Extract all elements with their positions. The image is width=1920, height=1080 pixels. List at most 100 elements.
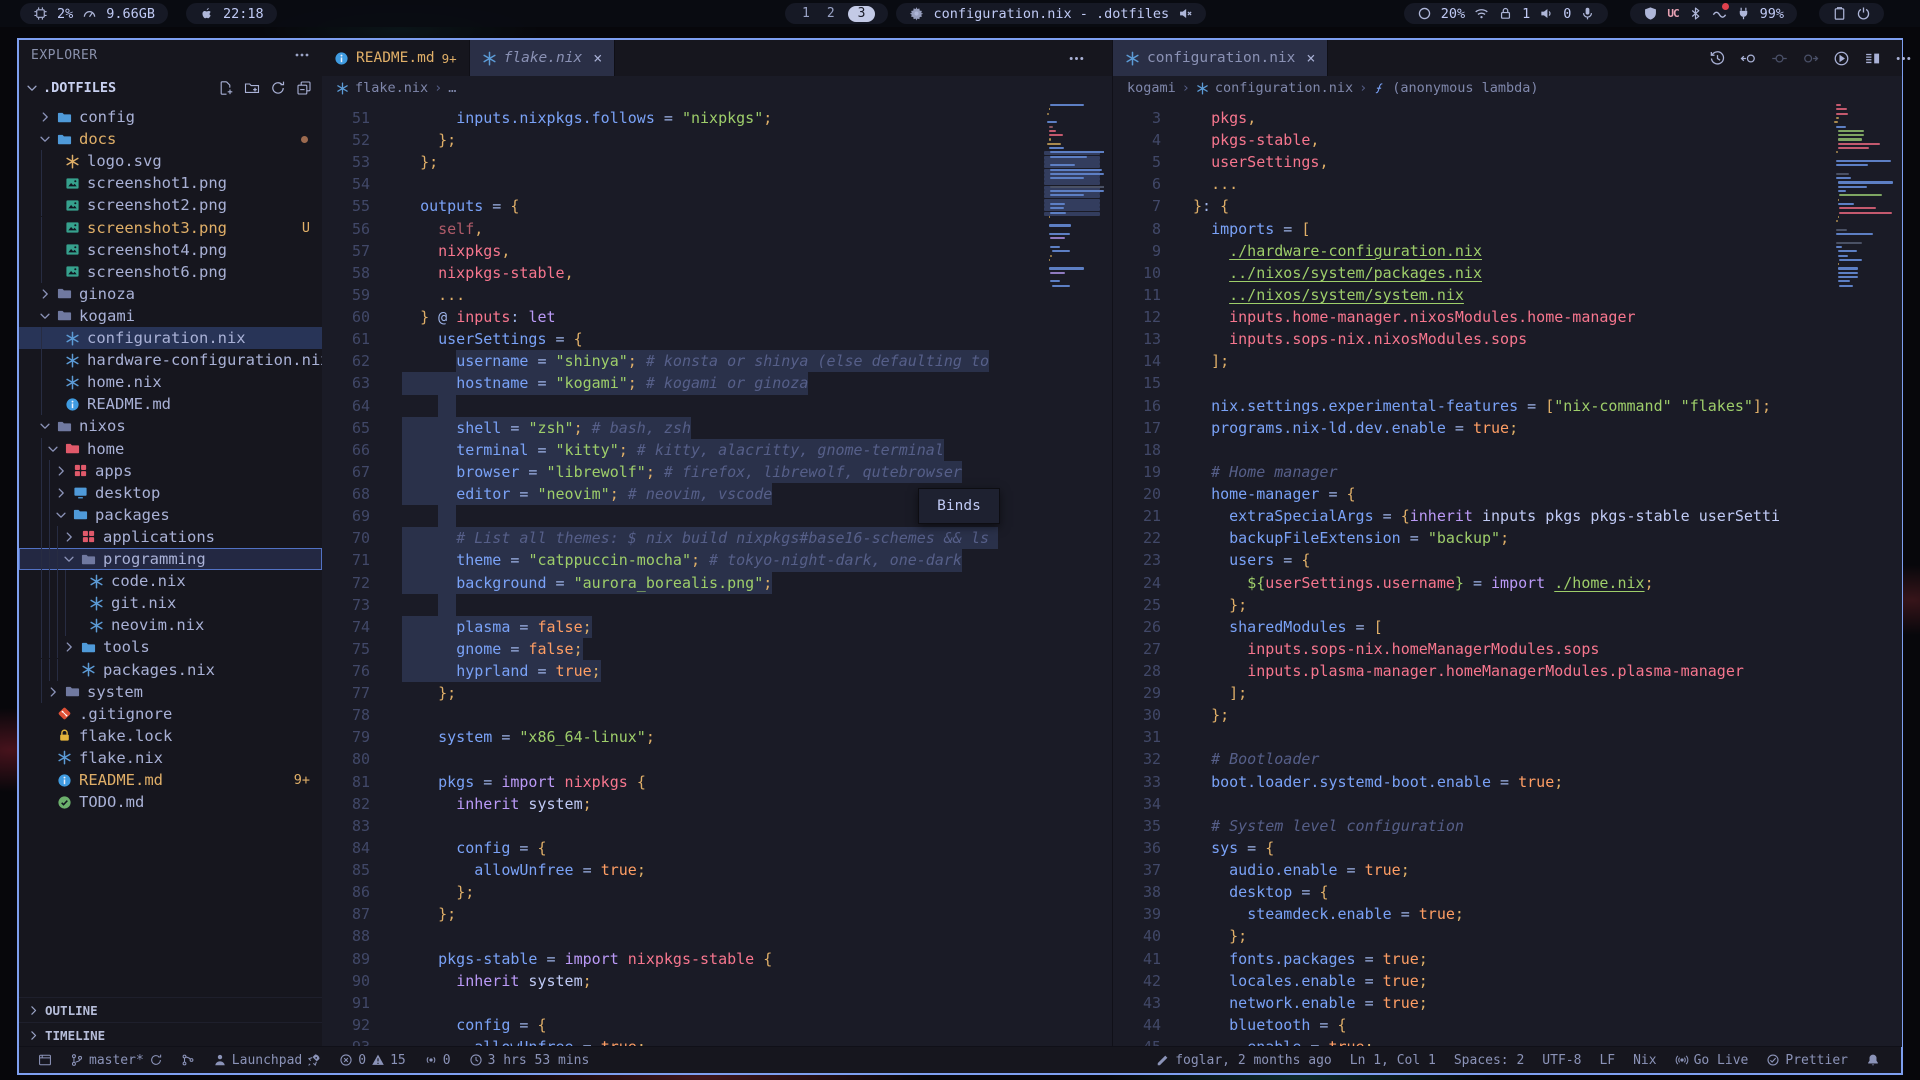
status-item-language-mode[interactable]: Nix (1626, 1049, 1663, 1071)
status-item-indentation[interactable]: Spaces: 2 (1447, 1049, 1531, 1071)
new-file-icon[interactable] (218, 80, 234, 96)
workspace-1[interactable]: 1 (798, 6, 814, 21)
tree-item-programming[interactable]: programming (19, 548, 322, 570)
more-actions-icon[interactable] (1895, 50, 1912, 67)
line-number: 31 (1113, 726, 1161, 748)
line-number: 90 (322, 970, 370, 992)
clipboard-icon[interactable] (1832, 6, 1847, 21)
more-actions-icon[interactable] (1068, 50, 1085, 67)
code-line: 85 allowUnfree = true; (322, 859, 1112, 881)
status-item-cursor-position[interactable]: Ln 1, Col 1 (1343, 1049, 1443, 1071)
sidebar-section-timeline[interactable]: TIMELINE (19, 1022, 322, 1047)
window-title-widget[interactable]: configuration.nix - .dotfiles (896, 3, 1206, 24)
workspace-2[interactable]: 2 (823, 6, 839, 21)
tree-item-screenshot6.png[interactable]: screenshot6.png (19, 261, 322, 283)
tree-item-home.nix[interactable]: home.nix (19, 371, 322, 393)
tree-item-screenshot3.png[interactable]: screenshot3.pngU (19, 217, 322, 239)
sidebar-section-outline[interactable]: OUTLINE (19, 997, 322, 1022)
minimap-left[interactable] (1042, 100, 1104, 720)
tree-item-tools[interactable]: tools (19, 636, 322, 658)
tree-item-hardware-configuration.nix[interactable]: hardware-configuration.nix (19, 349, 322, 371)
tree-item-neovim.nix[interactable]: neovim.nix (19, 614, 322, 636)
tab-problems-badge: 9+ (442, 51, 457, 66)
new-folder-icon[interactable] (244, 80, 260, 96)
explorer-more-actions-icon[interactable] (294, 47, 310, 63)
clock-widget[interactable]: 22:18 (186, 3, 277, 24)
tree-item-README.md[interactable]: README.md9+ (19, 769, 322, 791)
tree-item-system[interactable]: system (19, 681, 322, 703)
tree-item-git.nix[interactable]: git.nix (19, 592, 322, 614)
line-number: 64 (322, 395, 370, 417)
breadcrumb-item[interactable]: flake.nix (355, 80, 428, 96)
status-item-encoding[interactable]: UTF-8 (1535, 1049, 1588, 1071)
tray-widget[interactable]: UC 99% (1630, 3, 1797, 24)
tree-item-README.md[interactable]: README.md (19, 393, 322, 415)
tree-item-flake.nix[interactable]: flake.nix (19, 747, 322, 769)
breadcrumb-item[interactable]: … (448, 80, 456, 96)
status-item-git-branch[interactable]: master* (63, 1049, 170, 1071)
tree-item-TODO.md[interactable]: TODO.md (19, 791, 322, 813)
next-change-icon[interactable] (1802, 50, 1819, 67)
tree-item-docs[interactable]: docs (19, 128, 322, 150)
line-number: 43 (1113, 992, 1161, 1014)
system-stats-widget[interactable]: 2% 9.66GB (20, 3, 168, 24)
status-item-prettier[interactable]: Prettier (1759, 1049, 1855, 1071)
power-widget[interactable] (1819, 3, 1884, 24)
tree-item-configuration.nix[interactable]: configuration.nix (19, 327, 322, 349)
tree-item-packages.nix[interactable]: packages.nix (19, 659, 322, 681)
breadcrumb-right[interactable]: kogami›configuration.nix›(anonymous lamb… (1113, 76, 1902, 100)
status-item-notifications[interactable] (1859, 1049, 1887, 1071)
tab-README.md[interactable]: README.md9+ (322, 40, 470, 76)
tab-configuration.nix[interactable]: configuration.nix× (1113, 40, 1328, 76)
run-icon[interactable] (1833, 50, 1850, 67)
split-editor-icon[interactable] (1864, 50, 1881, 67)
tree-item-screenshot2.png[interactable]: screenshot2.png (19, 194, 322, 216)
minimap-right[interactable] (1831, 100, 1893, 720)
tree-item-desktop[interactable]: desktop (19, 482, 322, 504)
tree-item-applications[interactable]: applications (19, 526, 322, 548)
tree-item-packages[interactable]: packages (19, 504, 322, 526)
breadcrumb-left[interactable]: flake.nix›… (322, 76, 1112, 100)
change-icon[interactable] (1771, 50, 1788, 67)
timeline-icon[interactable] (1709, 50, 1726, 67)
minimap-line-mark (1050, 212, 1065, 214)
status-item-source-control-graph[interactable] (174, 1049, 202, 1071)
status-item-git-blame[interactable]: foglar, 2 months ago (1149, 1049, 1339, 1071)
tree-item-screenshot4.png[interactable]: screenshot4.png (19, 239, 322, 261)
tree-item-config[interactable]: config (19, 106, 322, 128)
breadcrumb-item[interactable]: (anonymous lambda) (1392, 80, 1538, 96)
line-number: 7 (1113, 195, 1161, 217)
tree-item-kogami[interactable]: kogami (19, 305, 322, 327)
tree-item-nixos[interactable]: nixos (19, 415, 322, 437)
breadcrumb-item[interactable]: configuration.nix (1215, 80, 1353, 96)
status-item-ports[interactable]: 0 (417, 1049, 458, 1071)
tree-item-ginoza[interactable]: ginoza (19, 283, 322, 305)
status-item-eol[interactable]: LF (1592, 1049, 1622, 1071)
folder-icon (81, 640, 96, 655)
tab-flake.nix[interactable]: flake.nix× (470, 40, 616, 76)
refresh-explorer-icon[interactable] (270, 80, 286, 96)
tree-item-logo.svg[interactable]: logo.svg (19, 150, 322, 172)
tree-item-screenshot1.png[interactable]: screenshot1.png (19, 172, 322, 194)
workspace-root-folder[interactable]: .DOTFILES (19, 76, 322, 100)
power-icon[interactable] (1856, 6, 1871, 21)
status-item-session-time[interactable]: 3 hrs 53 mins (462, 1049, 597, 1071)
previous-change-icon[interactable] (1740, 50, 1757, 67)
workspace-3[interactable]: 3 (848, 6, 876, 22)
collapse-folders-icon[interactable] (296, 80, 312, 96)
code-line: 63 hostname = "kogami"; # kogami or gino… (322, 372, 1112, 394)
status-item-label: 15 (390, 1053, 406, 1068)
system-status-widget[interactable]: 20% 1 0 (1404, 3, 1609, 24)
status-item-launchpad[interactable]: Launchpad (206, 1049, 328, 1071)
tree-item-code.nix[interactable]: code.nix (19, 570, 322, 592)
status-item-go-live[interactable]: Go Live (1668, 1049, 1756, 1071)
close-icon[interactable]: × (1302, 49, 1315, 67)
tree-item-flake.lock[interactable]: flake.lock (19, 725, 322, 747)
tree-item-home[interactable]: home (19, 438, 322, 460)
tree-item-.gitignore[interactable]: .gitignore (19, 703, 322, 725)
close-icon[interactable]: × (589, 49, 602, 67)
status-item-remote-window[interactable] (31, 1049, 59, 1071)
breadcrumb-item[interactable]: kogami (1127, 80, 1176, 96)
status-item-problems[interactable]: 015 (332, 1049, 412, 1071)
tree-item-apps[interactable]: apps (19, 460, 322, 482)
